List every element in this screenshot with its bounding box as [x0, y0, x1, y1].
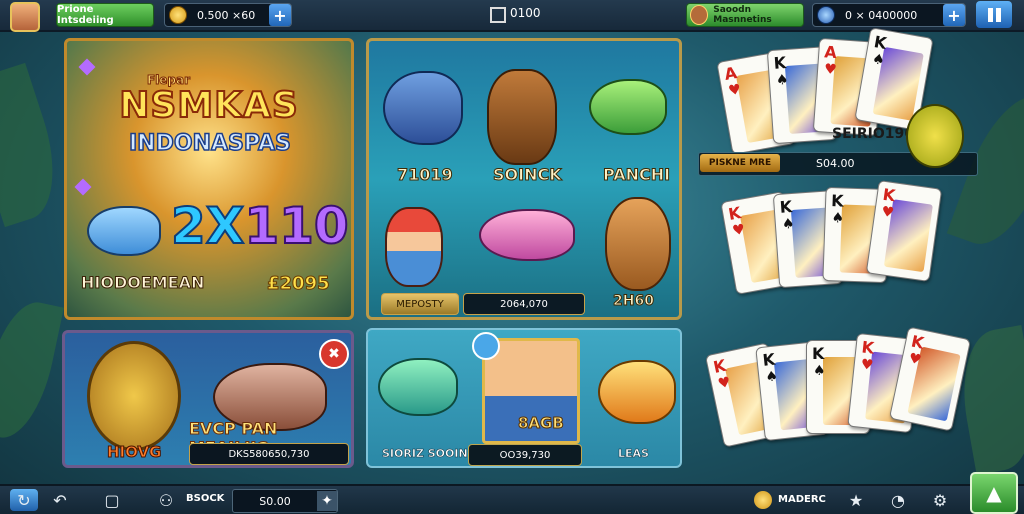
pink-fish-icon	[479, 209, 575, 261]
star-icon[interactable]: ★	[846, 490, 866, 510]
card-suit-icon: ♥	[859, 356, 875, 374]
card-suit-icon: ♠	[831, 210, 845, 227]
coin-balance: 0.500 ×60 +	[164, 3, 292, 27]
card-suit-icon: ♠	[775, 71, 790, 89]
player-name[interactable]: Prione Intsdeiing	[56, 3, 154, 27]
multiplier-prefix: 2X	[170, 196, 245, 256]
card-rank: K	[812, 344, 825, 363]
jungle-leaf-decor	[0, 295, 64, 445]
featured-slot-panel[interactable]: Flepar NSMKAS INDONASPAS 2X110 HIODOEMEA…	[64, 38, 354, 320]
girl-character-icon	[385, 207, 443, 287]
card-rank: K	[860, 337, 875, 358]
mepost-button[interactable]: MEPOSTY	[381, 293, 459, 315]
fish-bet-value: 2064,070	[463, 293, 585, 315]
gem-icon	[817, 6, 835, 24]
card-rank: K	[881, 184, 897, 206]
bottom-value-box: S0.00 ✦	[232, 489, 338, 513]
friend-pill-label: Saoodn Masnnetins	[713, 5, 772, 25]
portrait-label-left: SIORIZ SOOIN	[382, 447, 468, 461]
dragon-panel-value: DKS580650,730	[189, 443, 349, 465]
gem-balance-value: 0 × 0400000	[845, 8, 918, 22]
friend-pill[interactable]: Saoodn Masnnetins	[686, 3, 804, 27]
multiplier-display: 2X110	[170, 196, 350, 256]
frame-icon[interactable]: ▢	[102, 490, 122, 510]
card-rank: K	[830, 191, 844, 211]
dragon-game-panel[interactable]: ✖ EVCP PAN MEAILIIC HIOVG DKS580650,730	[62, 330, 354, 468]
card-suit-icon: ♠	[781, 215, 796, 233]
card-rank: K	[773, 53, 787, 73]
coin-icon	[169, 6, 187, 24]
fish-game-panel[interactable]: 71019 SOINCK PANCHI MEPOSTY 2064,070 2H6…	[366, 38, 682, 320]
portrait-box-value: OO39,730	[468, 444, 582, 466]
refresh-button[interactable]: ↻	[10, 489, 38, 511]
bear-character-icon	[605, 197, 671, 291]
bottom-bar: ↻ ↶ ▢ ⚇ BSOCK S0.00 ✦ MADERC ★ ◔ ⚙	[0, 484, 1024, 514]
settings-icon[interactable]: ⚙	[930, 490, 950, 510]
turtle-mascot-icon	[906, 104, 964, 168]
teal-fish-icon	[378, 358, 458, 416]
back-icon[interactable]: ↶	[50, 490, 70, 510]
portrait-label-right: LEAS	[618, 447, 649, 461]
card-rank: K	[761, 349, 776, 370]
multiplier-number: 110	[243, 196, 349, 256]
featured-value: £2095	[267, 273, 331, 295]
friend-avatar	[690, 5, 709, 25]
card-rank: K	[779, 197, 793, 217]
play-button[interactable]: ▲	[970, 472, 1018, 514]
coin-icon	[754, 491, 772, 509]
card-suit-icon: ♥	[727, 81, 743, 100]
people-icon[interactable]: ⚇	[156, 490, 176, 510]
fish-label-right: PANCHI	[602, 165, 671, 185]
timer-icon[interactable]: ◔	[888, 490, 908, 510]
add-gems-button[interactable]: +	[943, 4, 965, 26]
bottom-value: S0.00	[259, 494, 291, 508]
golden-dragon-icon	[87, 341, 181, 451]
sparkle-icon	[74, 178, 92, 196]
card-rank: K	[726, 203, 743, 224]
deck-label: SEIRIO196	[832, 126, 914, 142]
card-rank: A	[722, 63, 739, 84]
gem-balance: 0 × 0400000 +	[812, 3, 966, 27]
blue-fish-icon	[87, 206, 161, 256]
card-suit-icon: ♥	[880, 203, 896, 222]
fish-label-mid: SOINCK	[493, 165, 563, 185]
pause-button[interactable]	[976, 1, 1012, 28]
deck-value: S04.00	[816, 157, 855, 170]
card-suit-icon: ♠	[813, 363, 826, 379]
card-suit-icon: ♥	[731, 221, 747, 240]
ticket-icon	[490, 7, 506, 23]
card-suit-icon: ♥	[823, 61, 838, 79]
info-badge-icon[interactable]	[472, 332, 500, 360]
blue-tuna-icon	[383, 71, 463, 145]
monkey-diver-icon	[487, 69, 557, 165]
add-coins-button[interactable]: +	[269, 4, 291, 26]
fish-label-left: 71019	[397, 165, 454, 185]
green-fish-icon	[589, 79, 667, 135]
game-logo-subtitle: INDONASPAS	[128, 130, 291, 157]
sparkle-icon	[78, 58, 96, 76]
portrait-game-panel[interactable]: 8AGB SIORIZ SOOIN OO39,730 LEAS	[366, 328, 682, 468]
portrait-value: 8AGB	[518, 414, 565, 433]
pause-icon	[987, 7, 993, 22]
game-logo-title: NSMKAS	[118, 84, 299, 127]
coin-label: MADERC	[778, 494, 826, 505]
jungle-leaf-decor	[0, 62, 72, 228]
bottom-value-button[interactable]: ✦	[317, 491, 337, 511]
bottom-label: BSOCK	[186, 493, 225, 504]
coin-balance-value: 0.500 ×60	[197, 8, 256, 22]
card-suit-icon: ♠	[764, 368, 779, 386]
featured-label: HIODOEMEAN	[80, 273, 205, 293]
gold-fish-icon	[598, 360, 676, 424]
top-bar: Prione Intsdeiing 0.500 ×60 + 0100 Saood…	[0, 0, 1024, 32]
dragon-panel-label: HIOVG	[106, 443, 162, 462]
fish-right-value: 2H60	[613, 293, 655, 310]
close-icon[interactable]: ✖	[319, 339, 349, 369]
card-rank: A	[823, 42, 838, 63]
center-counter: 0100	[510, 6, 541, 20]
player-avatar[interactable]	[10, 2, 40, 32]
deck-pill-button[interactable]: PISKNE MRE	[700, 154, 780, 172]
playing-card[interactable]: K ♥	[865, 180, 943, 282]
